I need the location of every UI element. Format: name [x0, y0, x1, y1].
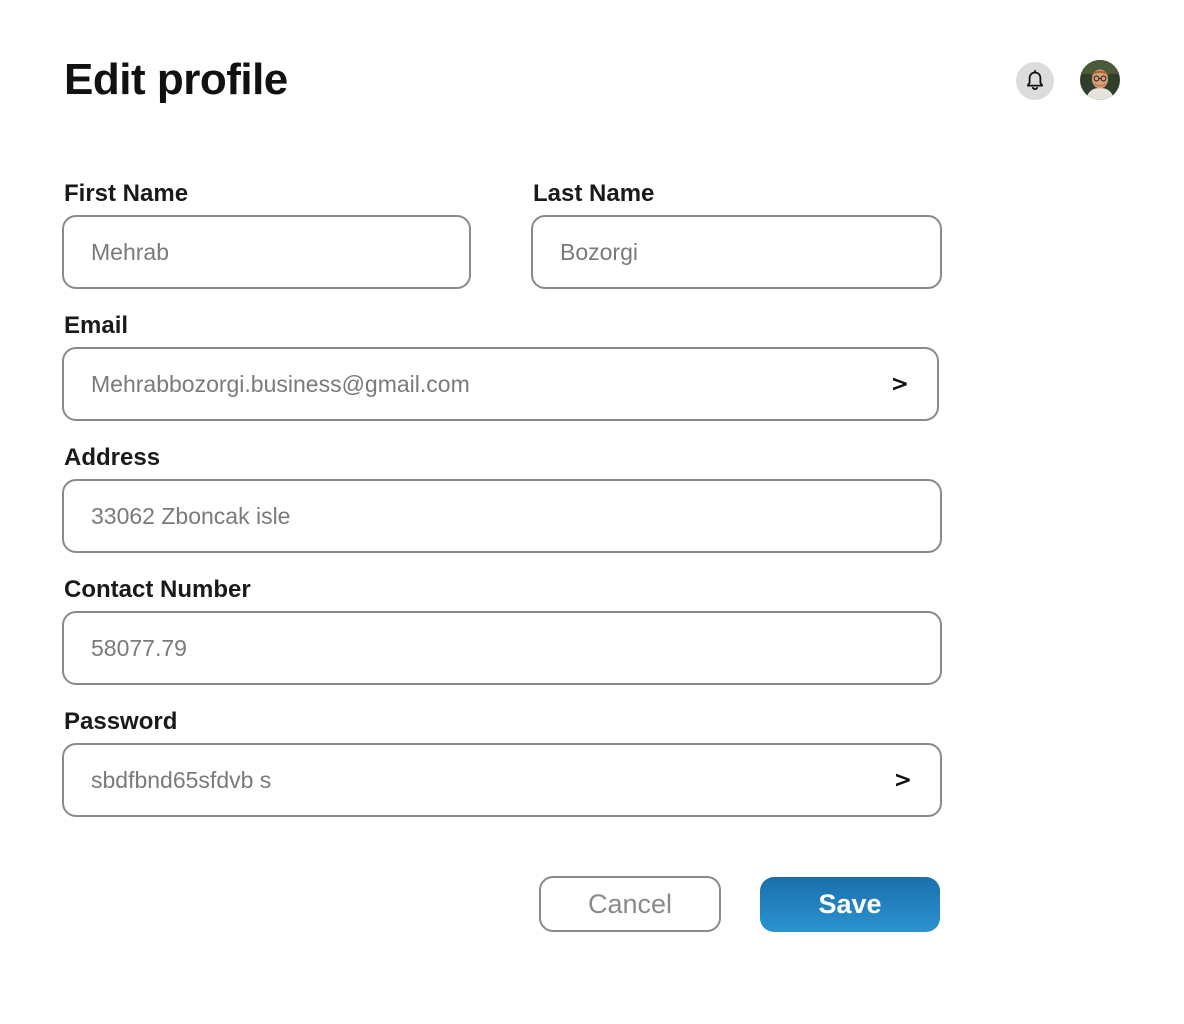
password-label: Password: [64, 708, 178, 735]
cancel-button[interactable]: Cancel: [539, 876, 721, 932]
user-avatar[interactable]: [1080, 60, 1120, 100]
address-field[interactable]: 33062 Zboncak isle: [62, 479, 942, 553]
email-field[interactable]: Mehrabbozorgi.business@gmail.com >: [62, 347, 939, 421]
notifications-button[interactable]: [1016, 62, 1054, 100]
contact-number-field[interactable]: 58077.79: [62, 611, 942, 685]
email-value: Mehrabbozorgi.business@gmail.com: [91, 370, 470, 397]
last-name-label: Last Name: [533, 180, 655, 207]
address-label: Address: [64, 444, 161, 471]
avatar-image: [1080, 60, 1120, 100]
save-button[interactable]: Save: [760, 877, 940, 932]
page-title: Edit profile: [64, 55, 288, 104]
password-field[interactable]: sbdfbnd65sfdvb s >: [62, 743, 942, 817]
password-value: sbdfbnd65sfdvb s: [91, 766, 272, 793]
bell-icon: [1026, 70, 1044, 91]
first-name-value: Mehrab: [91, 238, 169, 265]
contact-number-label: Contact Number: [64, 576, 251, 603]
contact-number-value: 58077.79: [91, 634, 187, 661]
address-value: 33062 Zboncak isle: [91, 502, 291, 529]
first-name-field[interactable]: Mehrab: [62, 215, 471, 289]
last-name-value: Bozorgi: [560, 238, 638, 265]
email-label: Email: [64, 312, 129, 339]
first-name-label: First Name: [64, 180, 189, 207]
password-chevron-icon[interactable]: >: [894, 768, 912, 793]
last-name-field[interactable]: Bozorgi: [531, 215, 942, 289]
email-chevron-icon[interactable]: >: [891, 372, 909, 397]
